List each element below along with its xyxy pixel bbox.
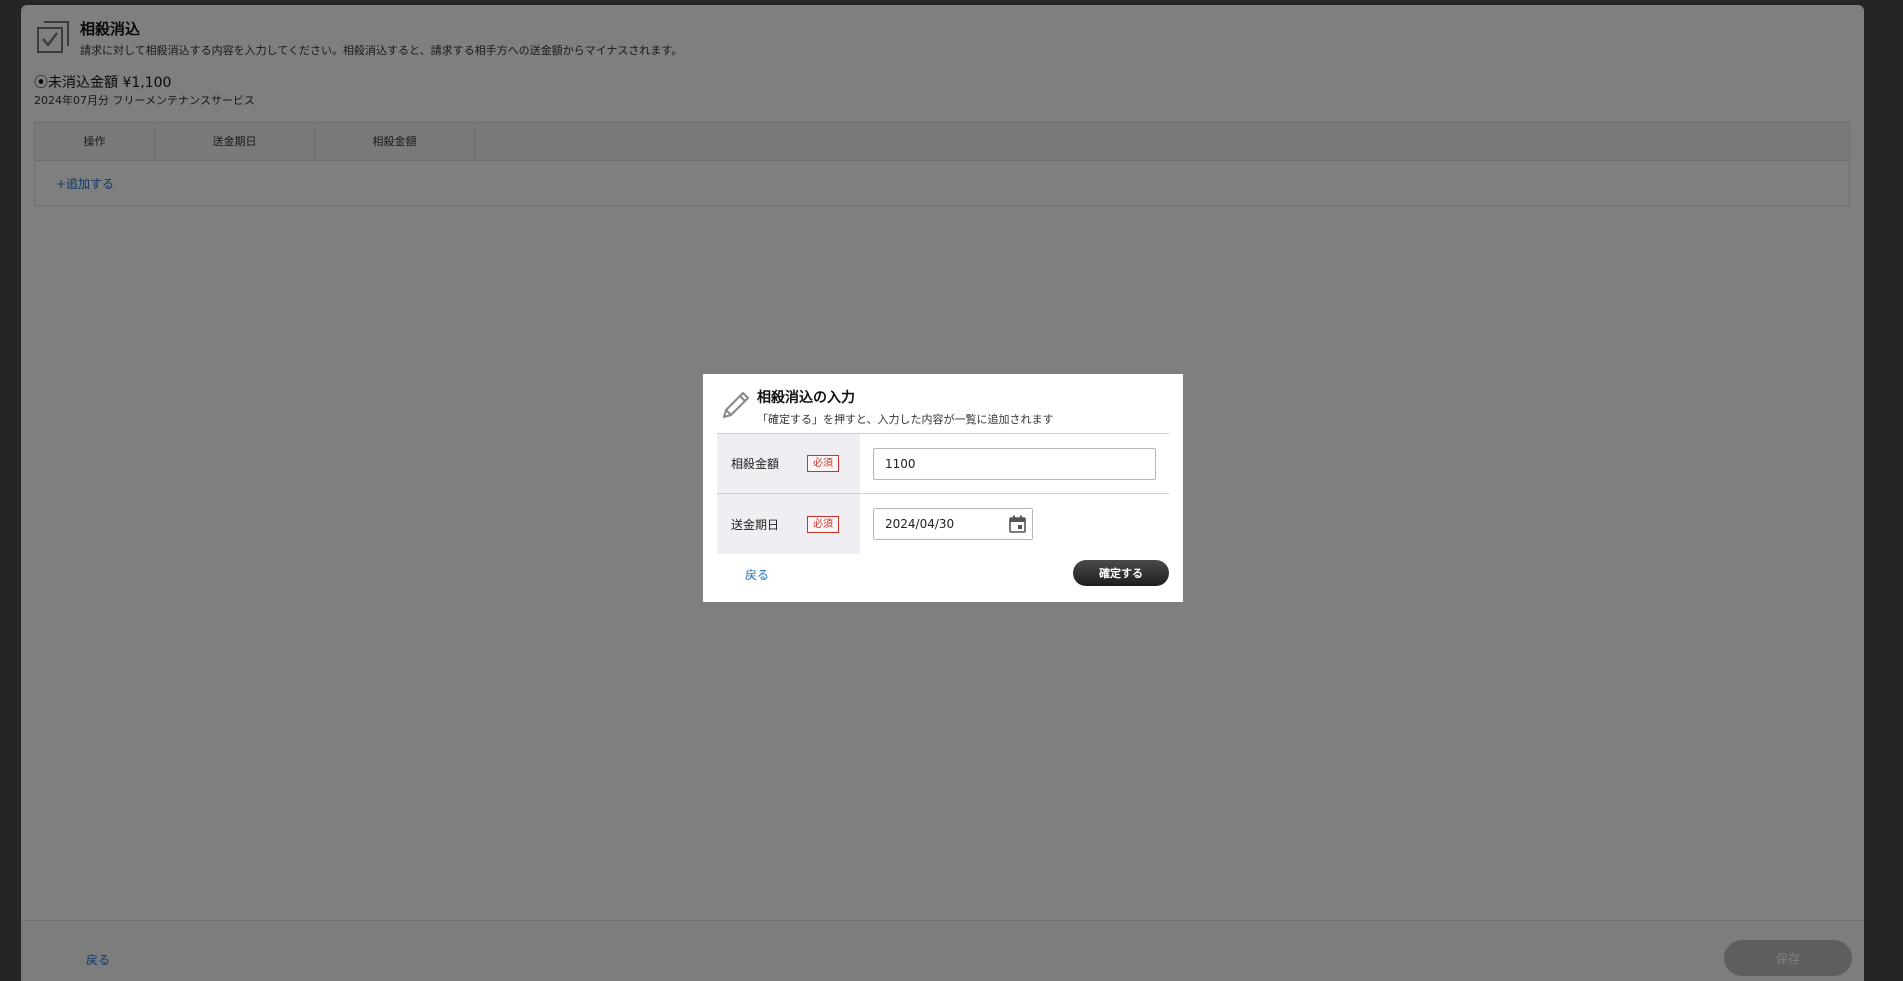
required-badge: 必須 xyxy=(807,515,839,533)
confirm-button[interactable]: 確定する xyxy=(1073,560,1169,586)
input-cell xyxy=(860,494,1169,554)
field-label-due-date: 送金期日 xyxy=(731,517,780,532)
dialog-header: 相殺消込の入力 「確定する」を押すと、入力した内容が一覧に追加されます xyxy=(719,388,1054,427)
offset-input-dialog: 相殺消込の入力 「確定する」を押すと、入力した内容が一覧に追加されます 相殺金額… xyxy=(703,374,1183,602)
pencil-icon xyxy=(723,392,749,418)
form-row-due-date: 送金期日 必須 xyxy=(717,494,1169,554)
input-cell xyxy=(860,434,1169,493)
calendar-icon[interactable] xyxy=(1009,515,1026,533)
dialog-back-link[interactable]: 戻る xyxy=(745,566,769,583)
dialog-description: 「確定する」を押すと、入力した内容が一覧に追加されます xyxy=(757,413,1054,426)
date-picker xyxy=(873,508,1033,540)
offset-amount-input[interactable] xyxy=(873,447,1156,480)
field-label-offset-amount: 相殺金額 xyxy=(731,457,780,471)
dialog-title: 相殺消込の入力 xyxy=(757,390,855,406)
label-cell: 送金期日 必須 xyxy=(717,494,860,554)
required-badge: 必須 xyxy=(807,455,839,472)
form-row-offset-amount: 相殺金額 必須 xyxy=(717,434,1169,494)
offset-form: 相殺金額 必須 送金期日 必須 xyxy=(717,433,1169,554)
label-cell: 相殺金額 必須 xyxy=(717,434,860,493)
